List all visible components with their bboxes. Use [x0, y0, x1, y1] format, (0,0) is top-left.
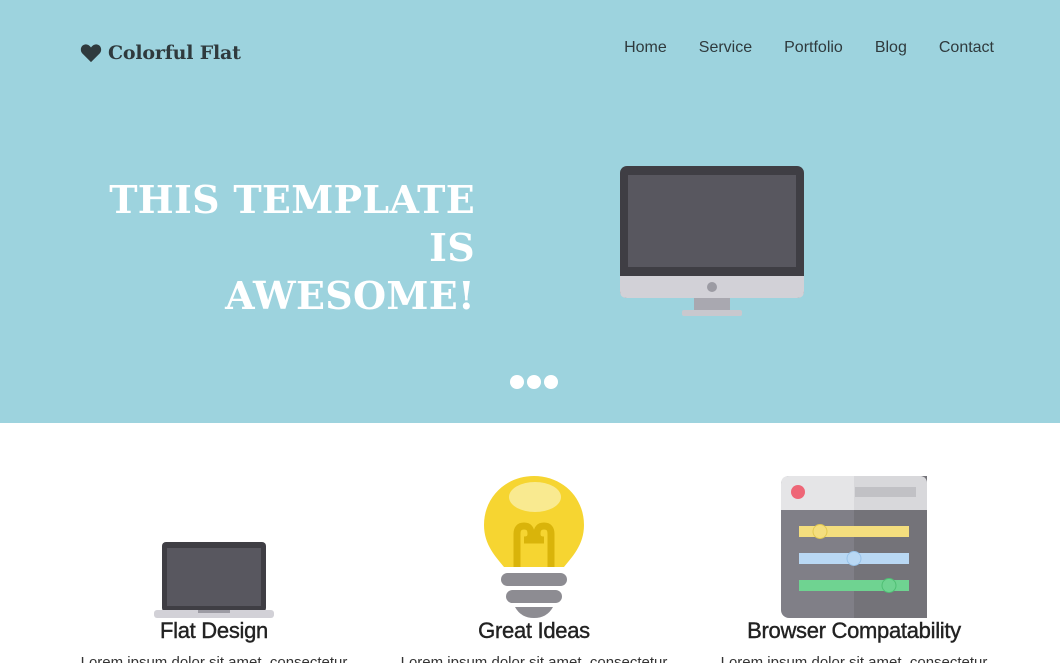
feature-flat-design: Flat Design Lorem ipsum dolor sit amet, … — [54, 468, 374, 663]
nav-blog[interactable]: Blog — [875, 38, 907, 58]
slider-dot-3[interactable] — [544, 375, 558, 389]
feature-text: Lorem ipsum dolor sit amet, consectetur — [80, 654, 348, 663]
hero-section: Colorful Flat Home Service Portfolio Blo… — [0, 0, 1060, 423]
desktop-monitor-icon — [620, 166, 804, 316]
nav-service[interactable]: Service — [699, 38, 752, 58]
brand-name: Colorful Flat — [108, 42, 241, 64]
heart-icon — [80, 44, 102, 63]
feature-title: Flat Design — [160, 618, 269, 643]
nav-home[interactable]: Home — [624, 38, 667, 58]
feature-text: Lorem ipsum dolor sit amet, consectetur — [720, 654, 988, 663]
feature-text: Lorem ipsum dolor sit amet, consectetur — [400, 654, 668, 663]
feature-title: Browser Compatability — [747, 618, 961, 643]
slider-dot-2[interactable] — [527, 375, 541, 389]
feature-great-ideas: Great Ideas Lorem ipsum dolor sit amet, … — [374, 468, 694, 663]
slider-dot-1[interactable] — [510, 375, 524, 389]
main-nav: Home Service Portfolio Blog Contact — [592, 38, 994, 58]
laptop-icon — [154, 542, 274, 618]
hero-title: THIS TEMPLATE IS AWESOME! — [60, 176, 475, 320]
hero-title-line1: THIS TEMPLATE IS — [109, 177, 475, 270]
feature-title: Great Ideas — [478, 618, 590, 643]
feature-browser-compatability: Browser Compatability Lorem ipsum dolor … — [694, 468, 1014, 663]
browser-settings-icon — [781, 476, 927, 618]
hero-title-line2: AWESOME! — [225, 273, 475, 318]
slider-dots — [510, 375, 561, 389]
lightbulb-icon — [484, 476, 584, 618]
nav-portfolio[interactable]: Portfolio — [784, 38, 843, 58]
nav-contact[interactable]: Contact — [939, 38, 994, 58]
brand-logo[interactable]: Colorful Flat — [80, 39, 241, 67]
